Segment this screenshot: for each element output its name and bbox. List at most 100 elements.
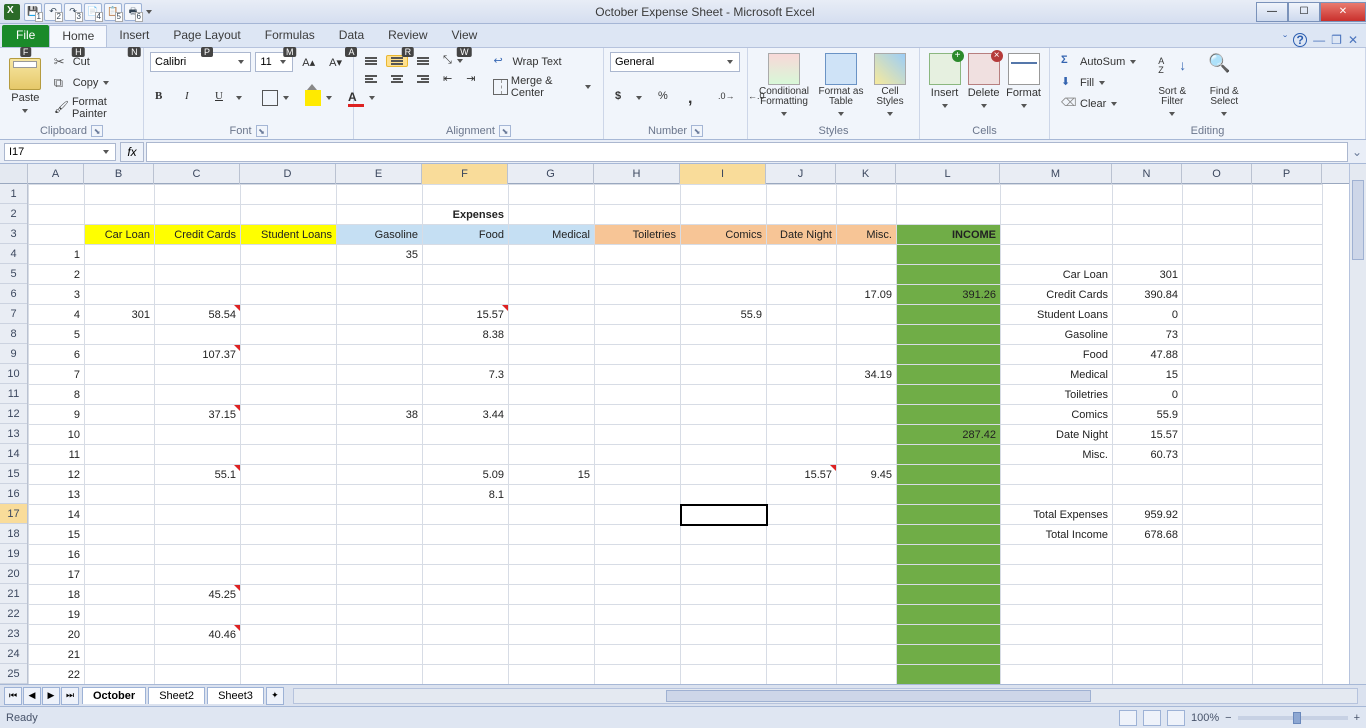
cell-A2[interactable] — [29, 205, 85, 225]
bold-button[interactable] — [150, 88, 176, 108]
cell-B17[interactable] — [85, 505, 155, 525]
cell-A4[interactable]: 1 — [29, 245, 85, 265]
cell-J9[interactable] — [767, 345, 837, 365]
increase-indent-button[interactable]: ⇥ — [461, 70, 480, 87]
cell-A20[interactable]: 17 — [29, 565, 85, 585]
cell-F13[interactable] — [423, 425, 509, 445]
cell-E10[interactable] — [337, 365, 423, 385]
sheet-tab-sheet3[interactable]: Sheet3 — [207, 687, 264, 704]
cell-M24[interactable] — [1001, 645, 1113, 665]
cell-A19[interactable]: 16 — [29, 545, 85, 565]
cell-M1[interactable] — [1001, 185, 1113, 205]
cell-L3[interactable]: INCOME — [897, 225, 1001, 245]
minimize-ribbon-icon[interactable]: ˇ — [1283, 33, 1287, 47]
cell-F18[interactable] — [423, 525, 509, 545]
cell-M22[interactable] — [1001, 605, 1113, 625]
cell-E14[interactable] — [337, 445, 423, 465]
col-header-N[interactable]: N — [1112, 164, 1182, 184]
cell-A17[interactable]: 14 — [29, 505, 85, 525]
cell-I8[interactable] — [681, 325, 767, 345]
cell-N11[interactable]: 0 — [1113, 385, 1183, 405]
zoom-out-button[interactable]: − — [1225, 712, 1231, 724]
col-header-C[interactable]: C — [154, 164, 240, 184]
cell-N23[interactable] — [1113, 625, 1183, 645]
cell-O23[interactable] — [1183, 625, 1253, 645]
cell-J14[interactable] — [767, 445, 837, 465]
row-header-14[interactable]: 14 — [0, 444, 27, 464]
row-header-2[interactable]: 2 — [0, 204, 27, 224]
cell-K15[interactable]: 9.45 — [837, 465, 897, 485]
cell-H8[interactable] — [595, 325, 681, 345]
cell-K10[interactable]: 34.19 — [837, 365, 897, 385]
cell-L5[interactable] — [897, 265, 1001, 285]
italic-button[interactable] — [180, 88, 206, 108]
qat-undo[interactable]: ↶2 — [44, 3, 62, 21]
cell-D6[interactable] — [241, 285, 337, 305]
cell-F20[interactable] — [423, 565, 509, 585]
cell-F15[interactable]: 5.09 — [423, 465, 509, 485]
cell-D9[interactable] — [241, 345, 337, 365]
cell-C4[interactable] — [155, 245, 241, 265]
format-as-table-button[interactable]: Format as Table — [816, 51, 866, 121]
cell-H18[interactable] — [595, 525, 681, 545]
currency-button[interactable] — [610, 88, 649, 108]
decrease-indent-button[interactable]: ⇤ — [438, 70, 457, 87]
cell-K17[interactable] — [837, 505, 897, 525]
col-header-B[interactable]: B — [84, 164, 154, 184]
cell-G24[interactable] — [509, 645, 595, 665]
cell-D16[interactable] — [241, 485, 337, 505]
cell-C19[interactable] — [155, 545, 241, 565]
cell-B9[interactable] — [85, 345, 155, 365]
cell-P2[interactable] — [1253, 205, 1323, 225]
cell-K8[interactable] — [837, 325, 897, 345]
cell-I9[interactable] — [681, 345, 767, 365]
row-header-20[interactable]: 20 — [0, 564, 27, 584]
tab-nav-first[interactable]: ⏮ — [4, 687, 22, 705]
cell-M14[interactable]: Misc. — [1001, 445, 1113, 465]
cell-H15[interactable] — [595, 465, 681, 485]
cell-O11[interactable] — [1183, 385, 1253, 405]
cell-G11[interactable] — [509, 385, 595, 405]
cell-K5[interactable] — [837, 265, 897, 285]
cell-H22[interactable] — [595, 605, 681, 625]
cell-A1[interactable] — [29, 185, 85, 205]
cell-L10[interactable] — [897, 365, 1001, 385]
cell-P6[interactable] — [1253, 285, 1323, 305]
cell-H5[interactable] — [595, 265, 681, 285]
cell-O13[interactable] — [1183, 425, 1253, 445]
cell-A12[interactable]: 9 — [29, 405, 85, 425]
qat-item-5[interactable]: 📋5 — [104, 3, 122, 21]
cell-G2[interactable] — [509, 205, 595, 225]
cell-D20[interactable] — [241, 565, 337, 585]
cell-O5[interactable] — [1183, 265, 1253, 285]
cell-C18[interactable] — [155, 525, 241, 545]
cell-F14[interactable] — [423, 445, 509, 465]
cell-O19[interactable] — [1183, 545, 1253, 565]
cell-P13[interactable] — [1253, 425, 1323, 445]
cell-D5[interactable] — [241, 265, 337, 285]
cell-F9[interactable] — [423, 345, 509, 365]
cell-O4[interactable] — [1183, 245, 1253, 265]
row-header-24[interactable]: 24 — [0, 644, 27, 664]
cell-O14[interactable] — [1183, 445, 1253, 465]
borders-button[interactable] — [257, 88, 296, 108]
cell-C13[interactable] — [155, 425, 241, 445]
align-top-button[interactable] — [360, 55, 382, 67]
cell-P3[interactable] — [1253, 225, 1323, 245]
horizontal-scrollbar[interactable] — [293, 688, 1358, 704]
cell-O22[interactable] — [1183, 605, 1253, 625]
cell-M21[interactable] — [1001, 585, 1113, 605]
cell-N21[interactable] — [1113, 585, 1183, 605]
cell-C8[interactable] — [155, 325, 241, 345]
cell-E25[interactable] — [337, 665, 423, 685]
cell-K2[interactable] — [837, 205, 897, 225]
cell-E20[interactable] — [337, 565, 423, 585]
row-header-3[interactable]: 3 — [0, 224, 27, 244]
cell-E12[interactable]: 38 — [337, 405, 423, 425]
cell-N18[interactable]: 678.68 — [1113, 525, 1183, 545]
cell-G5[interactable] — [509, 265, 595, 285]
cell-L21[interactable] — [897, 585, 1001, 605]
cell-D17[interactable] — [241, 505, 337, 525]
tab-insert[interactable]: InsertN — [107, 25, 161, 47]
wrap-text-button[interactable]: Wrap Text — [488, 52, 566, 72]
